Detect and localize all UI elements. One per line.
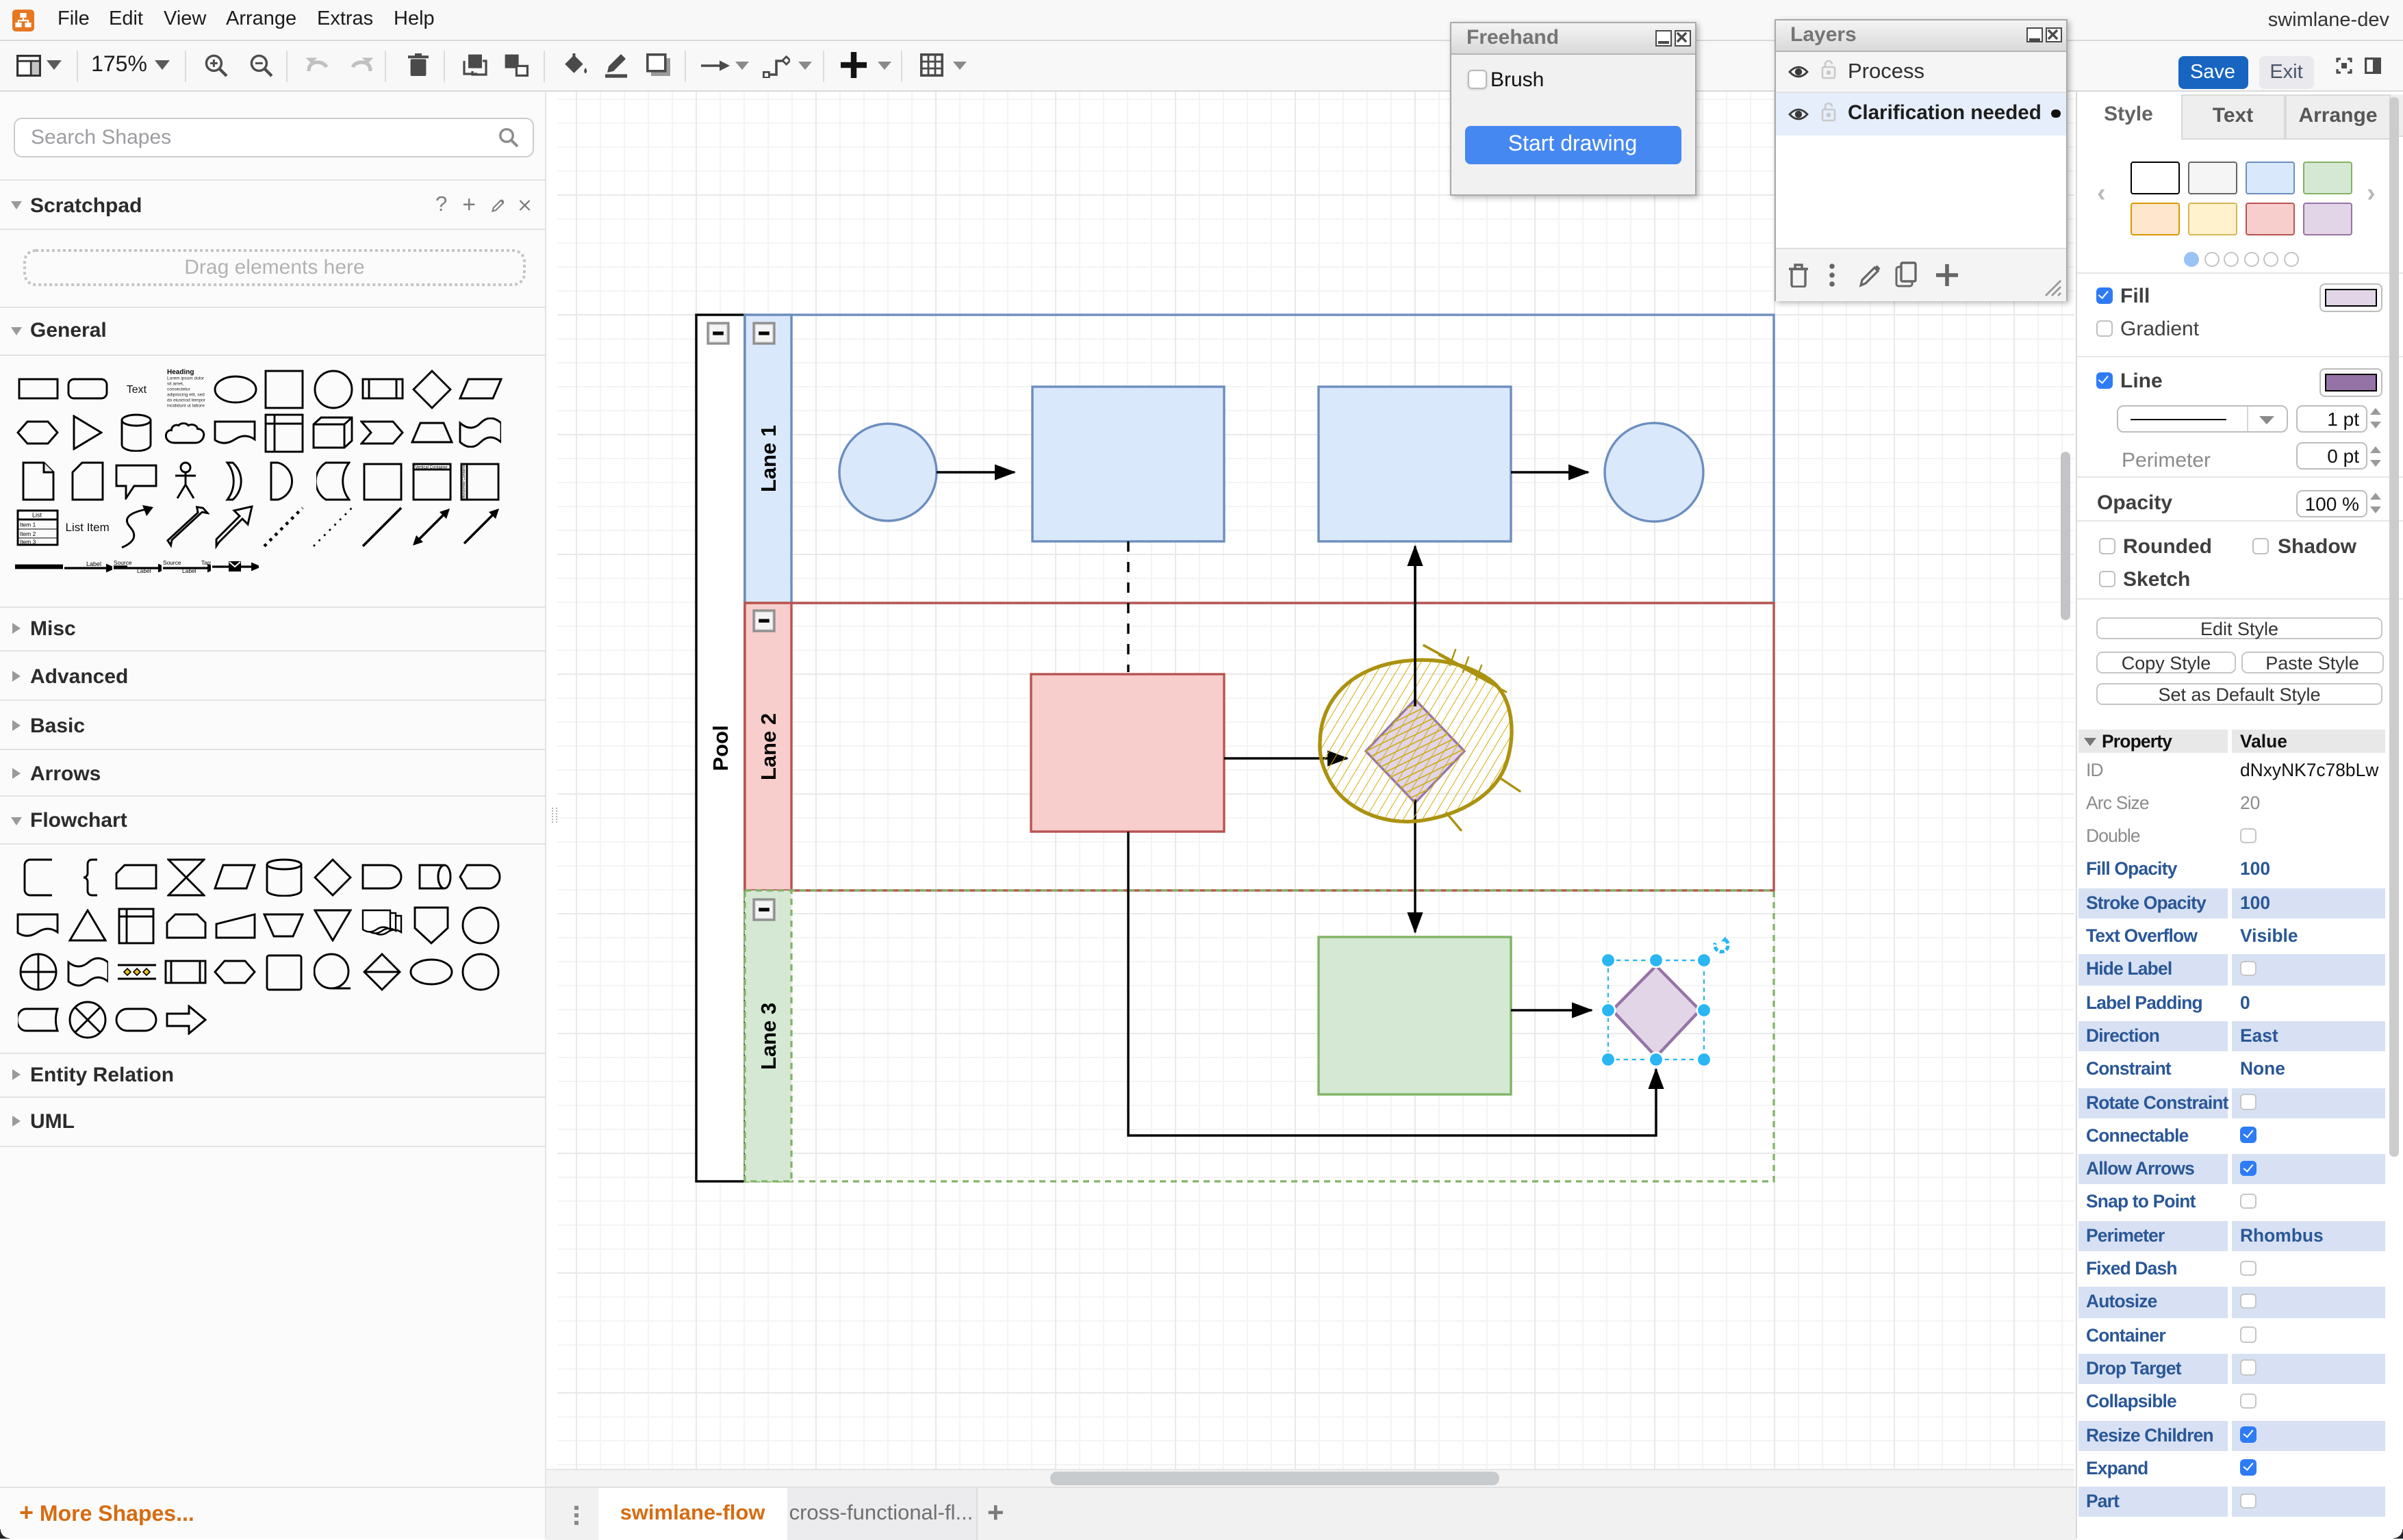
- svg-text:Item 1: Item 1: [21, 520, 37, 527]
- svg-text:Item 2: Item 2: [21, 530, 37, 537]
- svg-text:List: List: [33, 511, 43, 518]
- svg-text:Horizontal Container: Horizontal Container: [463, 463, 467, 498]
- svg-text:Label: Label: [181, 567, 196, 574]
- svg-text:Pool: Pool: [709, 724, 733, 770]
- svg-text:Source: Source: [114, 559, 132, 566]
- svg-text:Label: Label: [86, 561, 101, 567]
- svg-text:Lane 1: Lane 1: [756, 424, 780, 491]
- svg-text:Label: Label: [137, 567, 151, 574]
- svg-text:Item 3: Item 3: [21, 537, 37, 544]
- svg-text:Lane 3: Lane 3: [756, 1002, 780, 1069]
- svg-text:Source: Source: [162, 559, 181, 566]
- svg-text:Lane 2: Lane 2: [756, 713, 780, 780]
- svg-text:Vertical Container: Vertical Container: [414, 465, 446, 469]
- svg-text:Target: Target: [201, 559, 210, 566]
